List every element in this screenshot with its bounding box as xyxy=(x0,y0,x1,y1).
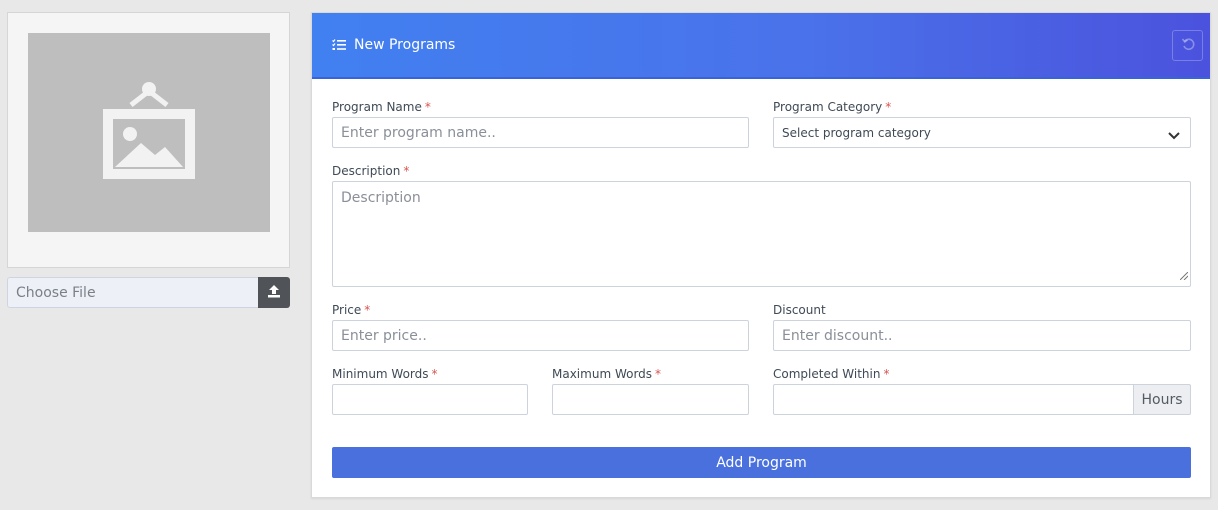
upload-button[interactable] xyxy=(258,277,290,308)
price-label: Price * xyxy=(332,303,370,317)
discount-label: Discount xyxy=(773,303,826,317)
program-category-label: Program Category * xyxy=(773,100,891,114)
price-input[interactable]: Enter price.. xyxy=(332,320,749,351)
reset-button[interactable] xyxy=(1172,30,1203,61)
hours-addon: Hours xyxy=(1134,384,1191,415)
program-name-placeholder: Enter program name.. xyxy=(341,124,496,141)
image-placeholder xyxy=(28,33,270,232)
discount-label-text: Discount xyxy=(773,303,826,317)
required-marker: * xyxy=(885,100,892,114)
price-placeholder: Enter price.. xyxy=(341,327,427,344)
program-category-label-text: Program Category xyxy=(773,100,883,114)
required-marker: * xyxy=(424,100,431,114)
add-program-button[interactable]: Add Program xyxy=(332,447,1191,478)
completed-within-label: Completed Within * xyxy=(773,367,889,381)
minimum-words-input[interactable] xyxy=(332,384,528,415)
program-name-label: Program Name * xyxy=(332,100,431,114)
file-chooser: Choose File xyxy=(7,277,290,308)
description-label: Description * xyxy=(332,164,409,178)
price-label-text: Price xyxy=(332,303,362,317)
card-header: New Programs xyxy=(312,13,1210,79)
required-marker: * xyxy=(403,164,410,178)
completed-within-label-text: Completed Within xyxy=(773,367,881,381)
program-name-input[interactable]: Enter program name.. xyxy=(332,117,749,148)
program-name-label-text: Program Name xyxy=(332,100,422,114)
maximum-words-label: Maximum Words * xyxy=(552,367,661,381)
chevron-down-icon xyxy=(1168,128,1180,144)
discount-placeholder: Enter discount.. xyxy=(782,327,893,344)
required-marker: * xyxy=(431,367,438,381)
required-marker: * xyxy=(364,303,371,317)
maximum-words-label-text: Maximum Words xyxy=(552,367,653,381)
completed-within-input[interactable] xyxy=(773,384,1134,415)
maximum-words-input[interactable] xyxy=(552,384,749,415)
program-category-selected: Select program category xyxy=(782,125,931,140)
minimum-words-label: Minimum Words * xyxy=(332,367,438,381)
choose-file-label: Choose File xyxy=(16,284,96,301)
resize-grip-icon[interactable] xyxy=(1179,268,1189,284)
hours-addon-text: Hours xyxy=(1141,391,1183,408)
card-title: New Programs xyxy=(354,37,456,53)
add-program-label: Add Program xyxy=(716,454,807,471)
description-placeholder: Description xyxy=(341,190,421,206)
new-program-card: New Programs Program Name * Enter program… xyxy=(311,12,1211,498)
description-textarea[interactable]: Description xyxy=(332,181,1191,287)
undo-icon xyxy=(1181,36,1195,55)
program-category-select[interactable]: Select program category xyxy=(773,117,1191,148)
choose-file-input[interactable]: Choose File xyxy=(7,277,258,308)
required-marker: * xyxy=(883,367,890,381)
image-placeholder-icon xyxy=(103,81,195,185)
minimum-words-label-text: Minimum Words xyxy=(332,367,429,381)
required-marker: * xyxy=(655,367,662,381)
description-label-text: Description xyxy=(332,164,401,178)
list-check-icon xyxy=(332,36,346,55)
upload-icon xyxy=(267,283,281,302)
image-preview-card xyxy=(7,12,290,268)
discount-input[interactable]: Enter discount.. xyxy=(773,320,1191,351)
